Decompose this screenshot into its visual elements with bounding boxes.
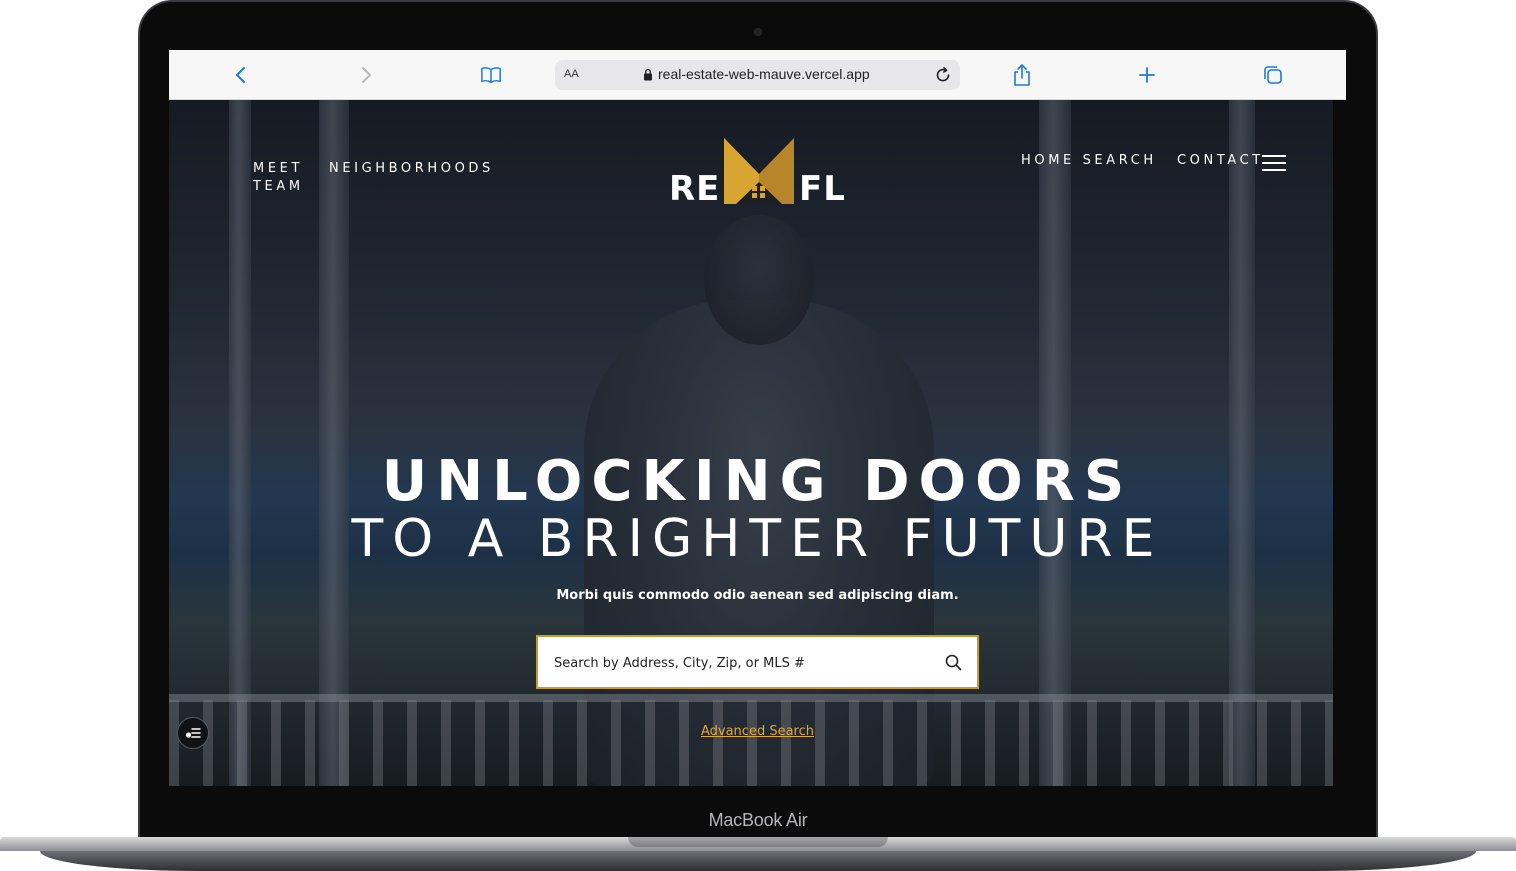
tabs-icon[interactable] bbox=[1262, 64, 1284, 86]
url-text: real-estate-web-mauve.vercel.app bbox=[658, 66, 870, 82]
hero-headline-primary: UNLOCKING DOORS bbox=[381, 449, 1134, 514]
book-icon[interactable] bbox=[480, 64, 502, 86]
hero-section: MEET TEAM NEIGHBORHOODS RE FL HOME SEARC… bbox=[169, 100, 1346, 786]
property-search-box bbox=[536, 635, 979, 689]
lock-icon bbox=[644, 68, 652, 80]
property-search-input[interactable] bbox=[552, 651, 932, 675]
site-logo[interactable]: RE FL bbox=[669, 136, 849, 209]
search-icon[interactable] bbox=[943, 652, 965, 674]
laptop-base-bottom bbox=[40, 851, 1476, 871]
logo-text-left: RE bbox=[669, 169, 721, 209]
laptop-base-notch bbox=[628, 837, 888, 847]
device-label: MacBook Air bbox=[708, 810, 808, 830]
advanced-search-wrapper: Advanced Search bbox=[169, 722, 1346, 740]
laptop-base bbox=[0, 837, 1516, 871]
url-display[interactable]: real-estate-web-mauve.vercel.app bbox=[643, 66, 870, 82]
accessibility-toggle-icon[interactable] bbox=[177, 717, 209, 749]
reload-icon[interactable] bbox=[933, 65, 953, 90]
advanced-search-link[interactable]: Advanced Search bbox=[701, 724, 814, 739]
menu-icon[interactable] bbox=[1262, 155, 1286, 175]
chevron-right-icon[interactable] bbox=[355, 64, 377, 86]
share-icon[interactable] bbox=[1011, 64, 1033, 86]
logo-text-right: FL bbox=[799, 169, 846, 209]
nav-home-search[interactable]: HOME SEARCH bbox=[1021, 152, 1157, 170]
house-key-icon bbox=[724, 138, 794, 204]
nav-meet-team[interactable]: MEET TEAM bbox=[253, 160, 304, 196]
address-bar[interactable]: AA real-estate-web-mauve.vercel.app bbox=[555, 60, 960, 90]
hero-subtitle: Morbi quis commodo odio aenean sed adipi… bbox=[556, 588, 959, 603]
hero-headline-secondary: TO A BRIGHTER FUTURE bbox=[351, 509, 1164, 569]
nav-neighborhoods[interactable]: NEIGHBORHOODS bbox=[329, 160, 494, 178]
nav-contact[interactable]: CONTACT bbox=[1177, 152, 1264, 170]
camera bbox=[754, 28, 762, 36]
chevron-left-icon[interactable] bbox=[230, 64, 252, 86]
text-size-button[interactable]: AA bbox=[564, 68, 579, 80]
browser-toolbar: AA real-estate-web-mauve.vercel.app bbox=[169, 50, 1346, 100]
screen-bezel-right bbox=[1333, 100, 1346, 786]
plus-icon[interactable] bbox=[1136, 64, 1158, 86]
